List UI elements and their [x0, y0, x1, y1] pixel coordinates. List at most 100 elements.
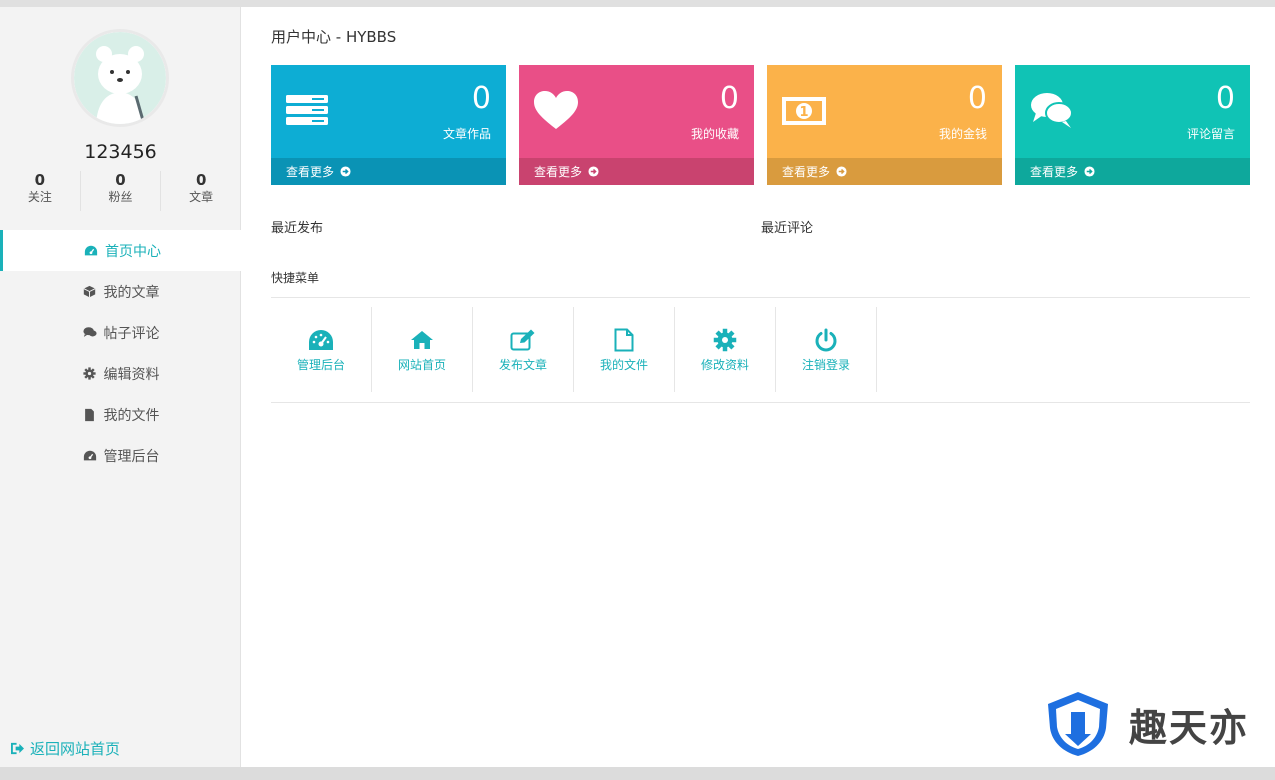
stat-value: 0 — [115, 171, 126, 189]
card-label: 我的收藏 — [690, 127, 739, 141]
quick-menu-title: 快捷菜单 — [271, 271, 320, 285]
comments-icon — [1031, 93, 1073, 128]
card-label: 我的金钱 — [938, 127, 987, 141]
card-more-link[interactable]: 查看更多 — [767, 158, 1002, 185]
sign-out-icon — [10, 741, 26, 757]
card-body: 1 0 我的金钱 — [767, 65, 1002, 158]
stat-following[interactable]: 0 关注 — [0, 171, 81, 211]
arrow-circle-right-icon — [1084, 166, 1095, 177]
quick-item-publish-article[interactable]: 发布文章 — [473, 307, 574, 392]
quick-item-label: 网站首页 — [397, 357, 446, 372]
stat-label: 关注 — [27, 190, 52, 204]
sidebar-item-label: 编辑资料 — [103, 366, 160, 383]
quick-item-site-home[interactable]: 网站首页 — [372, 307, 473, 392]
sidebar: 123456 0 关注 0 粉丝 0 文章 首页中心 我的文章 帖子评论 编辑资… — [0, 7, 241, 767]
file-icon — [82, 407, 98, 423]
dashboard-icon — [82, 448, 98, 464]
dashboard-icon — [83, 243, 99, 259]
top-border — [0, 0, 1275, 7]
sidebar-item-home-center[interactable]: 首页中心 — [0, 230, 241, 271]
bear-avatar-icon — [74, 32, 166, 124]
stat-label: 文章 — [189, 190, 214, 204]
card-count: 0 — [1215, 81, 1235, 116]
watermark-text: 趣天亦 — [1129, 705, 1250, 750]
gear-icon — [712, 327, 738, 353]
home-icon — [409, 327, 435, 353]
sidebar-item-post-comments[interactable]: 帖子评论 — [0, 312, 241, 353]
quick-item-label: 注销登录 — [801, 357, 850, 372]
sidebar-item-label: 帖子评论 — [103, 325, 160, 342]
card-body: 0 评论留言 — [1015, 65, 1250, 158]
card-count: 0 — [719, 81, 739, 116]
page-title: 用户中心 - HYBBS — [271, 28, 397, 46]
file-icon — [611, 327, 637, 353]
quick-item-label: 发布文章 — [498, 357, 547, 372]
profile-stats: 0 关注 0 粉丝 0 文章 — [0, 171, 241, 211]
svg-text:1: 1 — [799, 105, 808, 120]
card-count: 0 — [967, 81, 987, 116]
stat-followers[interactable]: 0 粉丝 — [81, 171, 162, 211]
card-money[interactable]: 1 0 我的金钱 查看更多 — [767, 65, 1002, 185]
stat-articles[interactable]: 0 文章 — [161, 171, 241, 211]
avatar[interactable] — [71, 29, 169, 127]
stat-value: 0 — [195, 171, 207, 189]
card-more-label: 查看更多 — [286, 165, 335, 179]
arrow-circle-right-icon — [588, 166, 599, 177]
watermark: 趣天亦 — [1045, 690, 1249, 758]
quick-menu: 管理后台 网站首页 发布文章 我的文件 修改资料 注销登录 — [271, 307, 877, 392]
edit-icon — [510, 327, 536, 353]
main-content: 用户中心 - HYBBS 0 文章作品 查看更多 0 我的收藏 查看更多 1 0… — [241, 7, 1275, 767]
quick-item-edit-profile[interactable]: 修改资料 — [675, 307, 776, 392]
card-body: 0 我的收藏 — [519, 65, 754, 158]
dashboard-icon — [308, 327, 334, 353]
card-label: 文章作品 — [442, 127, 491, 141]
card-more-label: 查看更多 — [782, 165, 831, 179]
card-count: 0 — [471, 81, 491, 116]
sidebar-item-label: 首页中心 — [105, 243, 161, 260]
card-more-label: 查看更多 — [534, 165, 583, 179]
server-icon — [286, 95, 328, 125]
sidebar-item-label: 我的文件 — [103, 407, 160, 424]
sidebar-item-label: 我的文章 — [103, 284, 160, 301]
heart-icon — [534, 91, 578, 129]
stat-cards: 0 文章作品 查看更多 0 我的收藏 查看更多 1 0 我的金钱 查看更多 0 … — [271, 65, 1250, 185]
gear-icon — [82, 366, 98, 382]
sidebar-nav: 首页中心 我的文章 帖子评论 编辑资料 我的文件 管理后台 — [0, 230, 241, 476]
card-more-label: 查看更多 — [1030, 165, 1079, 179]
card-more-link[interactable]: 查看更多 — [519, 158, 754, 185]
quick-item-logout[interactable]: 注销登录 — [776, 307, 877, 392]
back-home-link[interactable]: 返回网站首页 — [10, 738, 120, 759]
sidebar-item-admin[interactable]: 管理后台 — [0, 435, 241, 476]
card-comments[interactable]: 0 评论留言 查看更多 — [1015, 65, 1250, 185]
divider — [271, 297, 1250, 298]
back-home-label: 返回网站首页 — [30, 740, 121, 758]
quick-item-label: 我的文件 — [599, 357, 648, 372]
sidebar-item-my-articles[interactable]: 我的文章 — [0, 271, 241, 312]
card-label: 评论留言 — [1186, 127, 1235, 141]
sidebar-item-my-files[interactable]: 我的文件 — [0, 394, 241, 435]
power-icon — [813, 327, 839, 353]
shield-logo-icon — [1048, 692, 1108, 756]
card-favorites[interactable]: 0 我的收藏 查看更多 — [519, 65, 754, 185]
stat-label: 粉丝 — [108, 190, 133, 204]
card-more-link[interactable]: 查看更多 — [1015, 158, 1250, 185]
quick-item-label: 管理后台 — [296, 357, 345, 372]
recent-posts-title: 最近发布 — [271, 221, 324, 236]
stat-value: 0 — [34, 171, 46, 189]
arrow-circle-right-icon — [340, 166, 351, 177]
quick-item-admin[interactable]: 管理后台 — [271, 307, 372, 392]
quick-item-label: 修改资料 — [700, 357, 749, 372]
quick-item-my-files[interactable]: 我的文件 — [574, 307, 675, 392]
bottom-border — [0, 767, 1275, 780]
money-icon: 1 — [782, 97, 826, 125]
divider — [271, 402, 1250, 403]
sidebar-item-edit-profile[interactable]: 编辑资料 — [0, 353, 241, 394]
card-more-link[interactable]: 查看更多 — [271, 158, 506, 185]
recent-comments-title: 最近评论 — [761, 221, 814, 236]
card-articles[interactable]: 0 文章作品 查看更多 — [271, 65, 506, 185]
sidebar-item-label: 管理后台 — [103, 448, 160, 465]
username: 123456 — [84, 141, 157, 163]
cube-icon — [82, 284, 98, 300]
card-body: 0 文章作品 — [271, 65, 506, 158]
comments-icon — [82, 325, 98, 341]
